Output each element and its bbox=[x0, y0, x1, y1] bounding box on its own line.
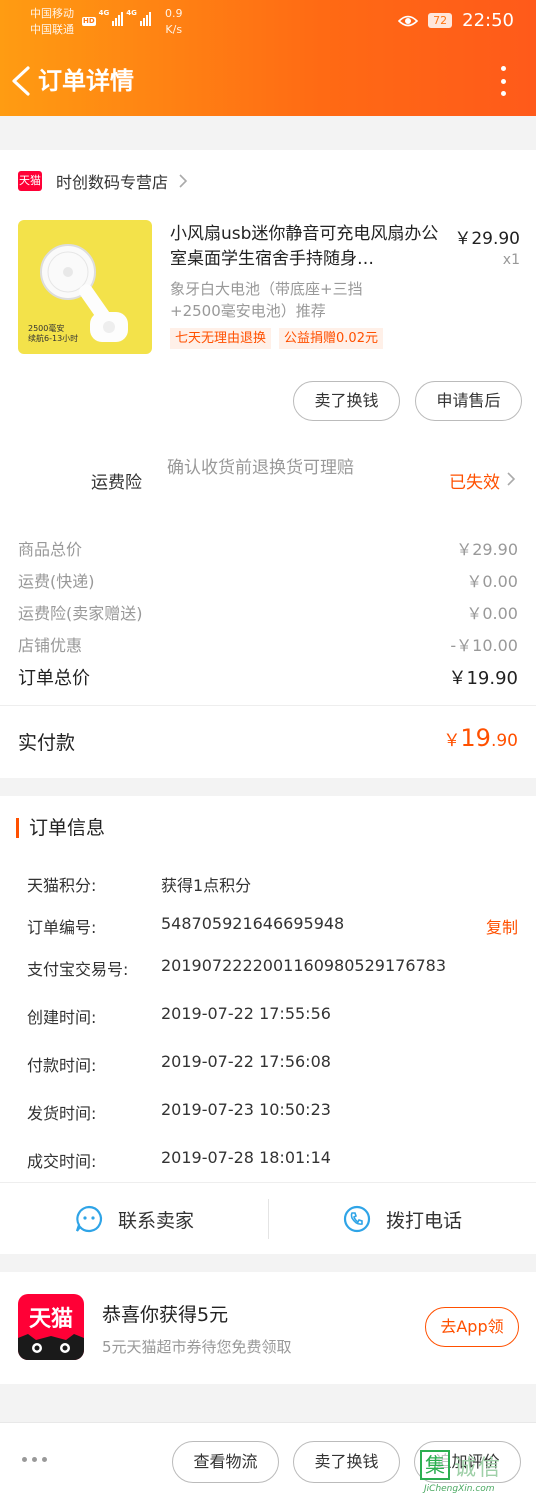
network-speed: 0.9 K/s bbox=[165, 7, 183, 36]
signal-group: HD 4G 4G bbox=[82, 9, 151, 26]
info-row-paid-time: 付款时间: 2019-07-22 17:56:08 bbox=[27, 1052, 331, 1075]
order-total-row: 订单总价 ￥19.90 bbox=[18, 668, 518, 689]
apply-after-sale-button[interactable]: 申请售后 bbox=[415, 381, 522, 421]
carrier-2: 中国联通 bbox=[30, 23, 74, 36]
shop-link[interactable]: 天猫 时创数码专营店 bbox=[18, 168, 188, 194]
more-vertical-icon[interactable] bbox=[498, 66, 508, 96]
info-row-shipped-time: 发货时间: 2019-07-23 10:50:23 bbox=[27, 1100, 331, 1123]
claim-in-app-button[interactable]: 去App领 bbox=[425, 1307, 519, 1347]
promo-title: 恭喜你获得5元 bbox=[102, 1304, 229, 1326]
watermark-logo: 集 bbox=[420, 1450, 450, 1480]
copy-button[interactable]: 复制 bbox=[486, 914, 518, 938]
page-title: 订单详情 bbox=[38, 67, 134, 95]
product-image[interactable]: 2500毫安 续航6-13小时 bbox=[18, 220, 152, 354]
chat-bubble-icon bbox=[75, 1205, 102, 1233]
info-row-alipay-number: 支付宝交易号: 2019072222001160980529176783 bbox=[27, 956, 447, 979]
nav-bar: 订单详情 bbox=[0, 56, 536, 106]
section-title: 订单信息 bbox=[16, 818, 105, 838]
info-row-points: 天猫积分: 获得1点积分 bbox=[27, 876, 252, 895]
watermark-text: 诚信 bbox=[454, 1456, 503, 1481]
chevron-right-icon bbox=[179, 174, 188, 188]
paid-label: 实付款 bbox=[18, 732, 76, 754]
service-tags: 七天无理由退换 公益捐赠0.02元 bbox=[170, 328, 383, 349]
chevron-right-icon[interactable] bbox=[506, 471, 516, 487]
price-row-shipping: 运费(快递) ￥0.00 bbox=[18, 572, 518, 591]
eye-comfort-icon bbox=[398, 15, 419, 26]
price-row-shipping-insurance: 运费险(卖家赠送) ￥0.00 bbox=[18, 604, 518, 623]
tag-charity: 公益捐赠0.02元 bbox=[279, 328, 383, 349]
status-bar: 中国移动 中国联通 HD 4G 4G 0.9 K/s 72 22:50 bbox=[0, 0, 536, 44]
product-quantity: x1 bbox=[502, 252, 520, 268]
insurance-desc: 确认收货前退换货可理赔 bbox=[167, 458, 354, 478]
info-row-created-time: 创建时间: 2019-07-22 17:55:56 bbox=[27, 1004, 331, 1027]
info-row-order-number: 订单编号: 548705921646695948 复制 bbox=[27, 914, 518, 938]
carrier-info: 中国移动 中国联通 bbox=[30, 6, 74, 38]
contact-bar: 联系卖家 拨打电话 bbox=[0, 1182, 536, 1254]
promo-card: 天猫 恭喜你获得5元 5元天猫超市券待您免费领取 去App领 bbox=[0, 1272, 536, 1384]
product-price: ￥29.90 bbox=[454, 229, 520, 249]
order-info-card: 订单信息 天猫积分: 获得1点积分 订单编号: 5487059216466959… bbox=[0, 796, 536, 1254]
tmall-cat-face bbox=[18, 1334, 84, 1360]
paid-amount: ￥19.90 bbox=[443, 724, 518, 752]
signal-icon bbox=[112, 10, 124, 26]
call-phone-button[interactable]: 拨打电话 bbox=[268, 1183, 536, 1255]
carrier-1: 中国移动 bbox=[30, 7, 74, 20]
insurance-status[interactable]: 已失效 bbox=[449, 468, 500, 493]
network-type-1: 4G bbox=[98, 9, 110, 17]
header: 中国移动 中国联通 HD 4G 4G 0.9 K/s 72 22:50 订单详情 bbox=[0, 0, 536, 116]
watermark: 集 诚信 JiChengXin.com bbox=[420, 1446, 532, 1498]
info-row-completed-time: 成交时间: 2019-07-28 18:01:14 bbox=[27, 1148, 331, 1171]
sell-for-cash-button[interactable]: 卖了换钱 bbox=[293, 1441, 400, 1483]
product-card: 天猫 时创数码专营店 2500毫安 续航6-13小时 小风扇usb迷你静音可充电… bbox=[0, 150, 536, 778]
insurance-label: 运费险 bbox=[91, 473, 142, 493]
watermark-url: JiChengXin.com bbox=[424, 1484, 495, 1494]
signal-icon bbox=[139, 10, 151, 26]
status-right: 72 22:50 bbox=[398, 10, 514, 31]
phone-icon bbox=[343, 1205, 371, 1233]
price-row-shop-discount: 店铺优惠 -￥10.00 bbox=[18, 636, 518, 655]
product-image-caption: 2500毫安 续航6-13小时 bbox=[28, 324, 79, 343]
hd-badge: HD bbox=[82, 17, 96, 26]
price-row-goods: 商品总价 ￥29.90 bbox=[18, 540, 518, 559]
product-title[interactable]: 小风扇usb迷你静音可充电风扇办公室桌面学生宿舍手持随身… bbox=[170, 222, 440, 272]
battery-icon: 72 bbox=[428, 13, 453, 28]
sell-for-cash-button[interactable]: 卖了换钱 bbox=[293, 381, 400, 421]
tag-seven-day-return: 七天无理由退换 bbox=[170, 328, 272, 349]
view-logistics-button[interactable]: 查看物流 bbox=[172, 1441, 279, 1483]
clock: 22:50 bbox=[462, 10, 514, 31]
contact-seller-button[interactable]: 联系卖家 bbox=[0, 1183, 268, 1255]
divider bbox=[0, 705, 536, 706]
more-horizontal-icon[interactable] bbox=[22, 1457, 47, 1462]
back-arrow-icon[interactable] bbox=[8, 64, 36, 98]
shop-name: 时创数码专营店 bbox=[56, 173, 169, 192]
network-type-2: 4G bbox=[126, 9, 137, 17]
promo-subtitle: 5元天猫超市券待您免费领取 bbox=[102, 1338, 292, 1356]
product-sku: 象牙白大电池（带底座+三挡+2500毫安电池）推荐 bbox=[170, 280, 363, 320]
tmall-logo-icon: 天猫 bbox=[18, 1294, 84, 1360]
tmall-badge-icon: 天猫 bbox=[18, 171, 42, 191]
